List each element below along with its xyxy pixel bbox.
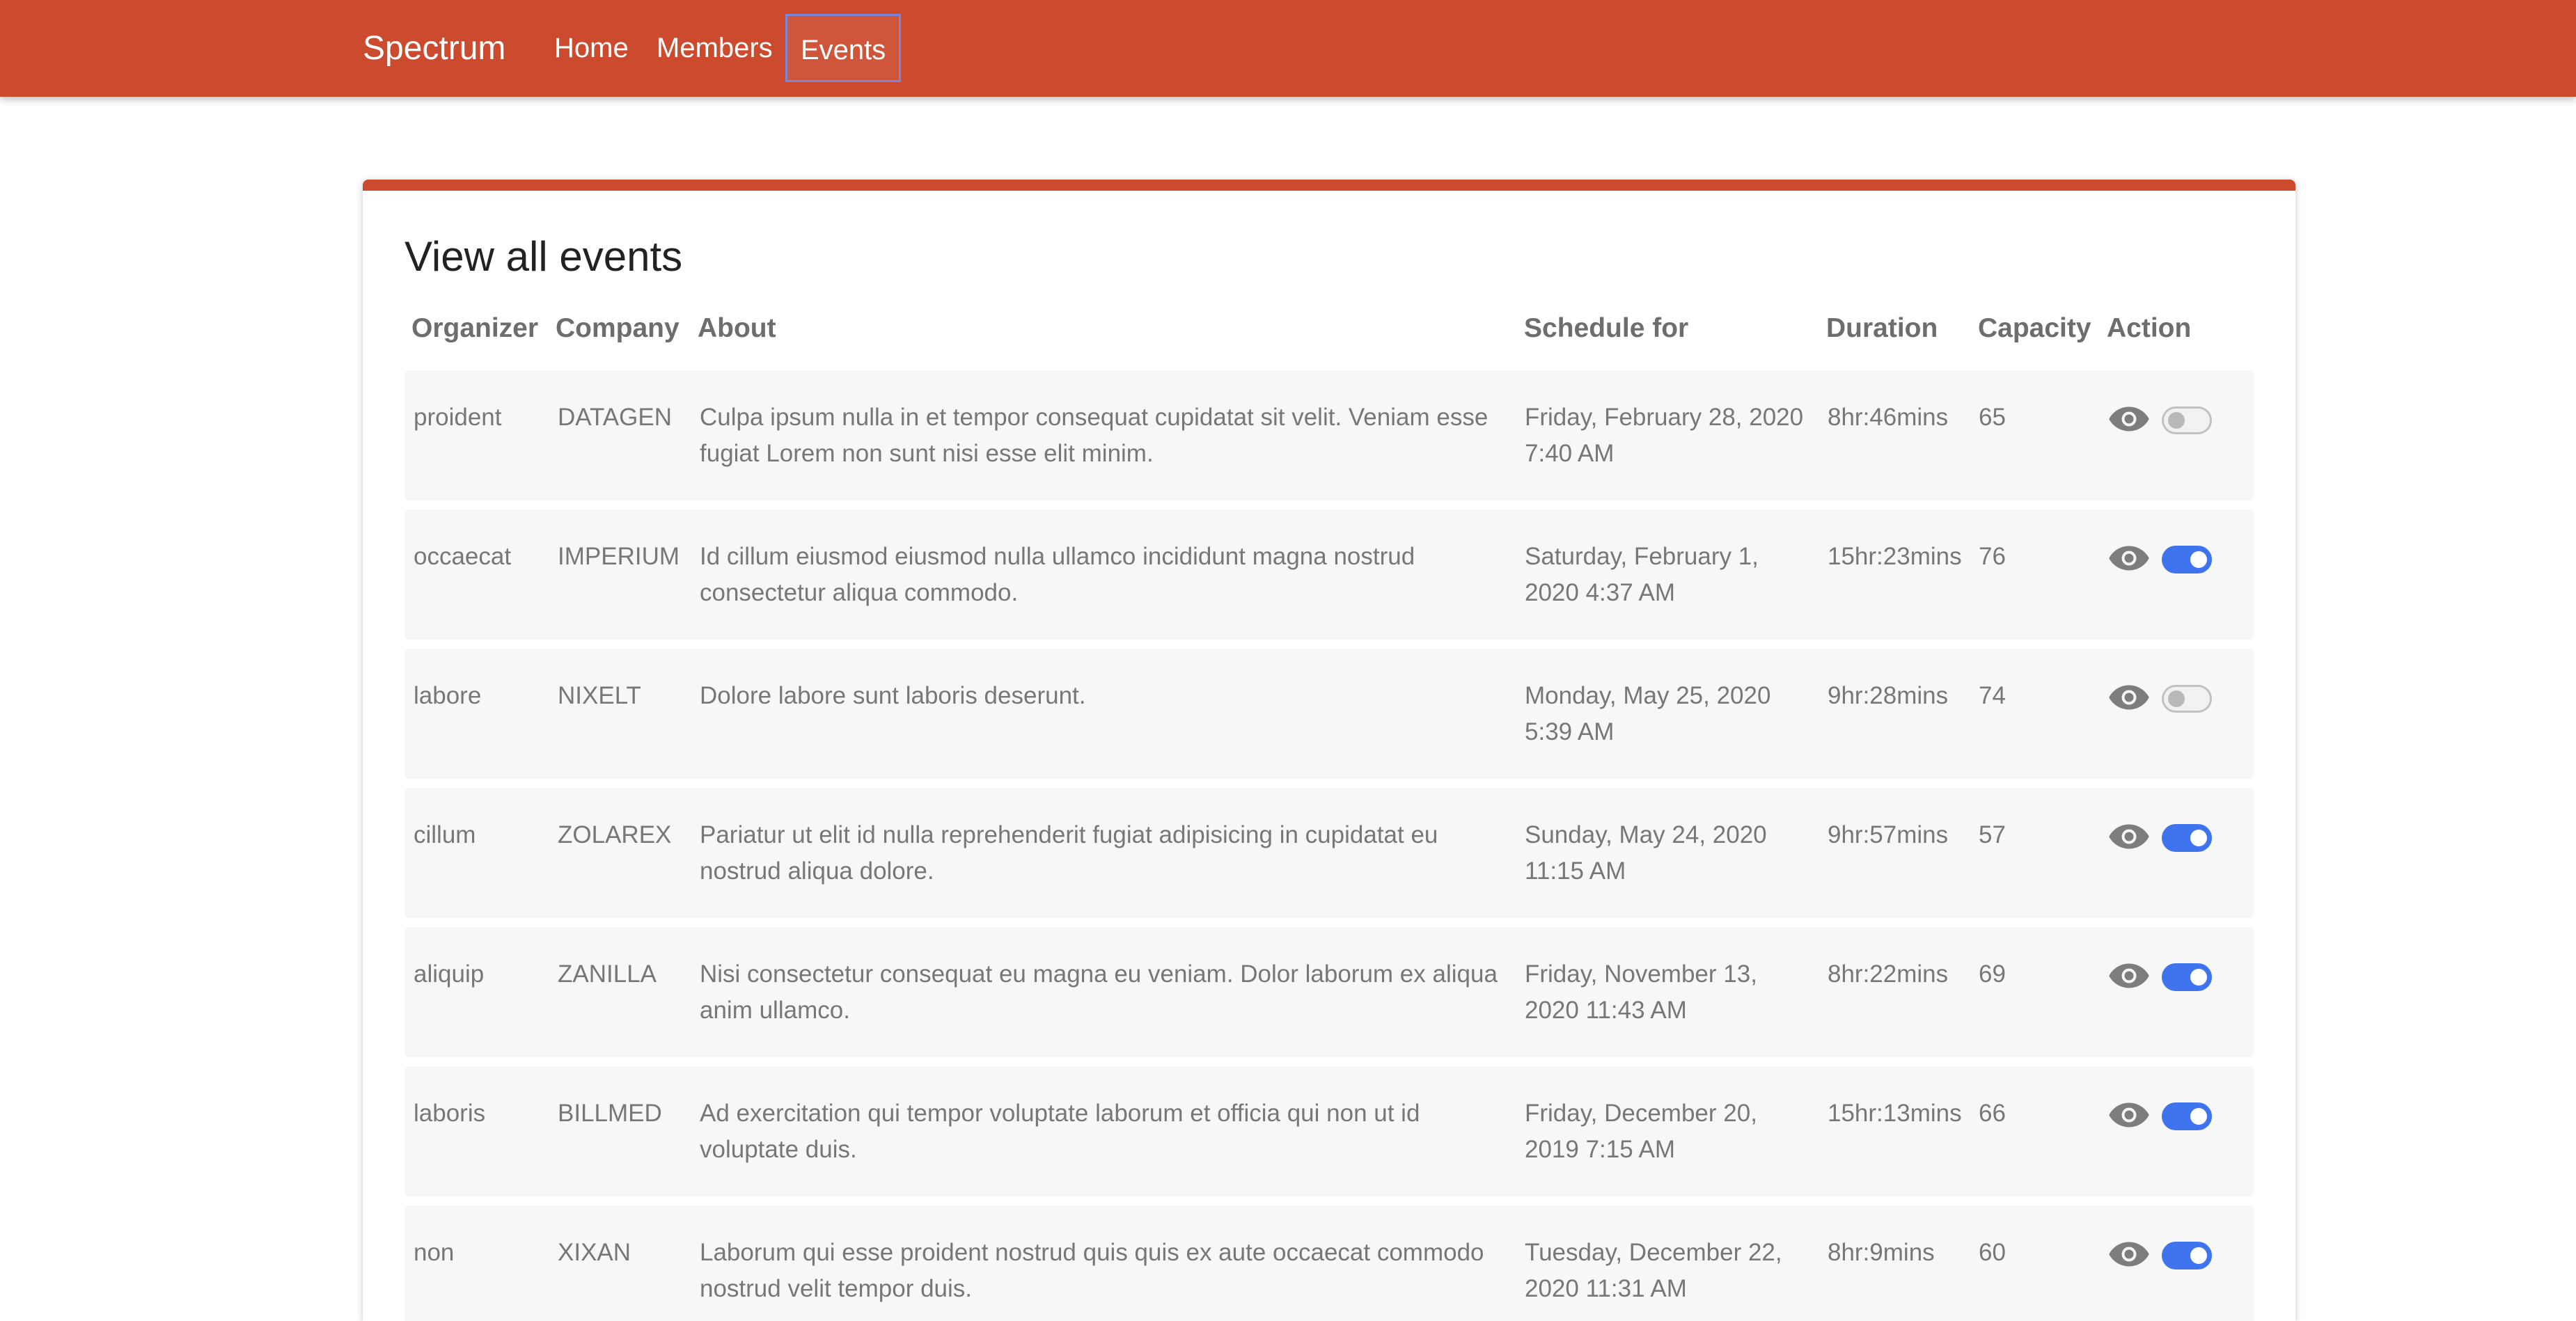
cell-capacity: 69 (1979, 960, 2006, 988)
toggle-knob (2190, 830, 2207, 846)
header-action: Action (2107, 313, 2192, 343)
cell-duration: 15hr:13mins (1828, 1100, 1962, 1127)
eye-icon[interactable] (2108, 823, 2150, 851)
cell-company: ZANILLA (558, 960, 657, 988)
cell-about: Ad exercitation qui tempor voluptate lab… (700, 1100, 1420, 1163)
cell-schedule: Friday, November 13, 2020 11:43 AM (1525, 960, 1757, 1024)
eye-icon[interactable] (2108, 962, 2150, 990)
cell-capacity: 74 (1979, 682, 2006, 709)
cell-company: NIXELT (558, 682, 641, 709)
eye-icon[interactable] (2108, 544, 2150, 572)
cell-company: ZOLAREX (558, 821, 672, 848)
header-about: About (698, 313, 776, 343)
cell-capacity: 65 (1979, 404, 2006, 431)
nav-link-members[interactable]: Members (643, 14, 786, 82)
eye-icon[interactable] (2108, 1101, 2150, 1129)
table-row: proident DATAGEN Culpa ipsum nulla in et t… (405, 370, 2254, 500)
cell-schedule: Friday, December 20, 2019 7:15 AM (1525, 1100, 1757, 1163)
table-row: laboris BILLMED Ad exercitation qui tempor… (405, 1066, 2254, 1196)
toggle-knob (2190, 551, 2207, 568)
cell-schedule: Monday, May 25, 2020 5:39 AM (1525, 682, 1771, 745)
cell-duration: 8hr:46mins (1828, 404, 1949, 431)
eye-icon[interactable] (2108, 405, 2150, 433)
page-title: View all events (405, 233, 683, 280)
table-row: occaecat IMPERIUM Id cillum eiusmod eiusmo… (405, 509, 2254, 640)
header-capacity: Capacity (1978, 313, 2091, 343)
cell-duration: 9hr:57mins (1828, 821, 1949, 848)
cell-organizer: non (414, 1239, 455, 1266)
event-toggle[interactable] (2162, 406, 2212, 434)
cell-company: IMPERIUM (558, 543, 680, 570)
cell-organizer: proident (414, 404, 502, 431)
cell-schedule: Friday, February 28, 2020 7:40 AM (1525, 404, 1804, 467)
cell-about: Dolore labore sunt laboris deserunt. (700, 682, 1086, 709)
cell-duration: 9hr:28mins (1828, 682, 1949, 709)
toggle-knob (2190, 1247, 2207, 1264)
events-card: View all events Organizer Company About … (363, 180, 2295, 1321)
navbar: Spectrum Home Members Events (0, 0, 2576, 97)
header-schedule: Schedule for (1524, 313, 1689, 343)
event-toggle[interactable] (2162, 1102, 2212, 1130)
cell-organizer: laboris (414, 1100, 486, 1127)
cell-schedule: Tuesday, December 22, 2020 11:31 AM (1525, 1239, 1782, 1302)
cell-company: XIXAN (558, 1239, 631, 1266)
toggle-knob (2168, 690, 2185, 707)
events-table-body: proident DATAGEN Culpa ipsum nulla in et t… (405, 370, 2254, 1321)
cell-schedule: Sunday, May 24, 2020 11:15 AM (1525, 821, 1767, 885)
cell-company: DATAGEN (558, 404, 672, 431)
table-row: labore NIXELT Dolore labore sunt laboris d… (405, 649, 2254, 779)
cell-about: Pariatur ut elit id nulla reprehenderit … (700, 821, 1438, 885)
event-toggle[interactable] (2162, 1242, 2212, 1269)
toggle-knob (2190, 1108, 2207, 1125)
cell-capacity: 60 (1979, 1239, 2006, 1266)
cell-about: Culpa ipsum nulla in et tempor consequat… (700, 404, 1489, 467)
cell-schedule: Saturday, February 1, 2020 4:37 AM (1525, 543, 1759, 606)
cell-organizer: labore (414, 682, 482, 709)
cell-company: BILLMED (558, 1100, 662, 1127)
table-row: cillum ZOLAREX Pariatur ut elit id nulla r… (405, 788, 2254, 918)
cell-organizer: occaecat (414, 543, 512, 570)
nav-link-events[interactable]: Events (785, 14, 902, 82)
table-header: Organizer Company About Schedule for Dur… (405, 313, 2254, 352)
table-row: aliquip ZANILLA Nisi consectetur consequat… (405, 927, 2254, 1057)
event-toggle[interactable] (2162, 963, 2212, 991)
eye-icon[interactable] (2108, 683, 2150, 711)
cell-about: Nisi consectetur consequat eu magna eu v… (700, 960, 1498, 1024)
cell-duration: 8hr:9mins (1828, 1239, 1935, 1266)
nav-link-home[interactable]: Home (541, 14, 642, 82)
event-toggle[interactable] (2162, 685, 2212, 713)
eye-icon[interactable] (2108, 1240, 2150, 1268)
header-organizer: Organizer (411, 313, 539, 343)
cell-capacity: 57 (1979, 821, 2006, 848)
toggle-knob (2190, 969, 2207, 986)
cell-about: Id cillum eiusmod eiusmod nulla ullamco … (700, 543, 1415, 606)
cell-organizer: aliquip (414, 960, 485, 988)
cell-capacity: 76 (1979, 543, 2006, 570)
cell-duration: 8hr:22mins (1828, 960, 1949, 988)
cell-capacity: 66 (1979, 1100, 2006, 1127)
cell-duration: 15hr:23mins (1828, 543, 1962, 570)
header-company: Company (556, 313, 680, 343)
event-toggle[interactable] (2162, 546, 2212, 574)
event-toggle[interactable] (2162, 824, 2212, 852)
brand-logo[interactable]: Spectrum (363, 0, 505, 97)
table-row: non XIXAN Laborum qui esse proident nostru… (405, 1205, 2254, 1321)
cell-organizer: cillum (414, 821, 476, 848)
toggle-knob (2168, 412, 2185, 429)
cell-about: Laborum qui esse proident nostrud quis q… (700, 1239, 1484, 1302)
header-duration: Duration (1826, 313, 1938, 343)
